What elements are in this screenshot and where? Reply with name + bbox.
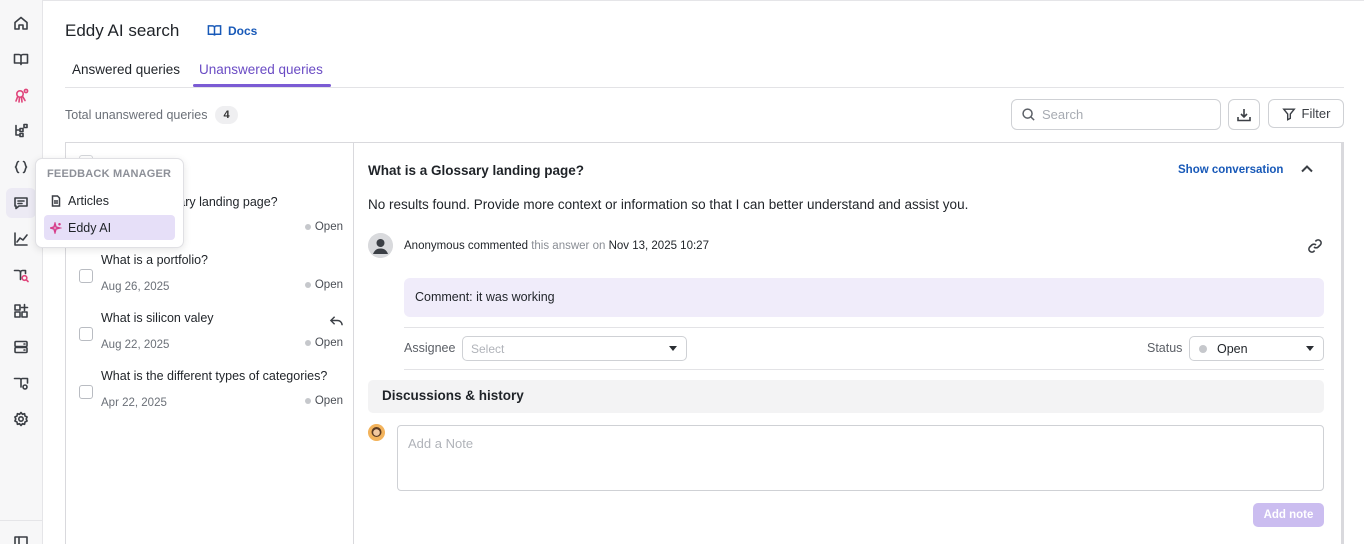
query-question: What is the different types of categorie… [101,369,328,383]
query-status: Open [304,221,343,233]
filter-label: Filter [1301,106,1331,121]
document-icon [51,194,61,207]
comment-meta-text: this answer on [531,240,606,252]
top-divider [43,0,1364,1]
sparkle-icon [50,221,62,234]
list-item[interactable]: What is silicon valey Aug 22, 2025 Open [66,303,353,361]
assignee-placeholder: Select [471,342,505,356]
assignee-label: Assignee [404,341,456,355]
user-avatar [368,424,385,441]
answer-text: No results found. Provide more context o… [368,197,969,212]
docs-link[interactable]: Docs [207,23,257,38]
comment-label: Comment: [415,290,473,304]
query-date: Aug 26, 2025 [101,281,170,293]
download-button[interactable] [1228,99,1260,130]
commenter-name: Anonymous commented [404,240,529,252]
list-item[interactable]: What is a portfolio? Aug 26, 2025 Open [66,245,353,303]
analytics-icon[interactable] [11,229,31,249]
filter-icon [1281,107,1296,121]
status-label: Status [1147,341,1183,355]
settings-gear-icon[interactable] [11,409,31,429]
query-status: Open [304,395,343,407]
menu-item-articles[interactable]: Articles [44,188,175,213]
query-question: What is silicon valey [101,311,214,325]
storage-icon[interactable] [11,337,31,357]
menu-heading: FEEDBACK MANAGER [47,168,172,180]
left-rail [0,0,43,544]
query-detail: What is a Glossary landing page? Show co… [354,142,1344,544]
feedback-manager-menu: FEEDBACK MANAGER Articles Eddy AI [35,158,184,248]
code-braces-icon[interactable] [11,157,31,177]
download-icon [1237,108,1251,121]
add-note-button[interactable]: Add note [1253,503,1324,527]
menu-item-label: Eddy AI [68,220,112,235]
docs-link-label: Docs [228,23,258,38]
row-checkbox[interactable] [79,327,93,341]
status-value: Open [1217,342,1248,356]
feedback-icon[interactable] [6,188,36,218]
query-question: sary landing page? [172,195,278,209]
widgets-icon[interactable] [11,301,31,321]
anonymous-avatar [368,233,393,258]
row-checkbox[interactable] [79,385,93,399]
tab-answered-queries[interactable]: Answered queries [72,62,180,88]
caret-down-icon [669,346,677,351]
total-count-badge: 4 [215,106,238,124]
list-item[interactable]: What is the different types of categorie… [66,361,353,419]
row-checkbox[interactable] [79,269,93,283]
menu-item-label: Articles [68,193,109,208]
query-status: Open [304,279,343,291]
active-tab-indicator [193,84,331,87]
chevron-up-icon[interactable] [1299,161,1315,180]
total-unanswered-label: Total unanswered queries [65,108,208,122]
link-icon[interactable] [1307,238,1323,257]
comment-text: it was working [476,290,555,304]
book-open-icon [207,25,222,36]
status-dot [1199,345,1207,353]
portal-settings-icon[interactable] [11,373,31,393]
status-select[interactable]: Open [1189,336,1324,361]
book-search-icon[interactable] [11,265,31,285]
octopus-icon[interactable] [11,86,31,106]
search-field[interactable] [1011,99,1221,130]
comment-meta: Anonymous commented this answer on Nov 1… [404,240,709,252]
note-box[interactable] [397,425,1324,491]
query-question: What is a portfolio? [101,253,208,267]
discussions-history-header[interactable]: Discussions & history [368,380,1324,413]
query-date: Aug 22, 2025 [101,339,170,351]
assignee-select[interactable]: Select [462,336,687,361]
query-tabs: Answered queries Unanswered queries [65,56,1344,88]
menu-item-eddy-ai[interactable]: Eddy AI [44,215,175,240]
comment-box: Comment: it was working [404,278,1324,317]
reply-icon [329,313,344,331]
comment-timestamp: Nov 13, 2025 10:27 [608,240,709,252]
show-conversation-link[interactable]: Show conversation [1178,164,1283,176]
tree-icon[interactable] [11,121,31,141]
divider [404,327,1324,328]
search-icon [1022,108,1035,121]
note-input[interactable] [398,426,1323,490]
home-icon[interactable] [11,13,31,33]
query-status: Open [304,337,343,349]
query-date: Apr 22, 2025 [101,397,167,409]
collapse-rail-icon[interactable] [11,532,31,544]
detail-question: What is a Glossary landing page? [368,163,585,178]
caret-down-icon [1306,346,1314,351]
divider [404,369,1324,370]
search-input[interactable] [1042,107,1202,122]
filter-button[interactable]: Filter [1268,99,1344,128]
book-icon[interactable] [11,49,31,69]
rail-divider [0,520,43,521]
page-title: Eddy AI search [65,21,180,40]
